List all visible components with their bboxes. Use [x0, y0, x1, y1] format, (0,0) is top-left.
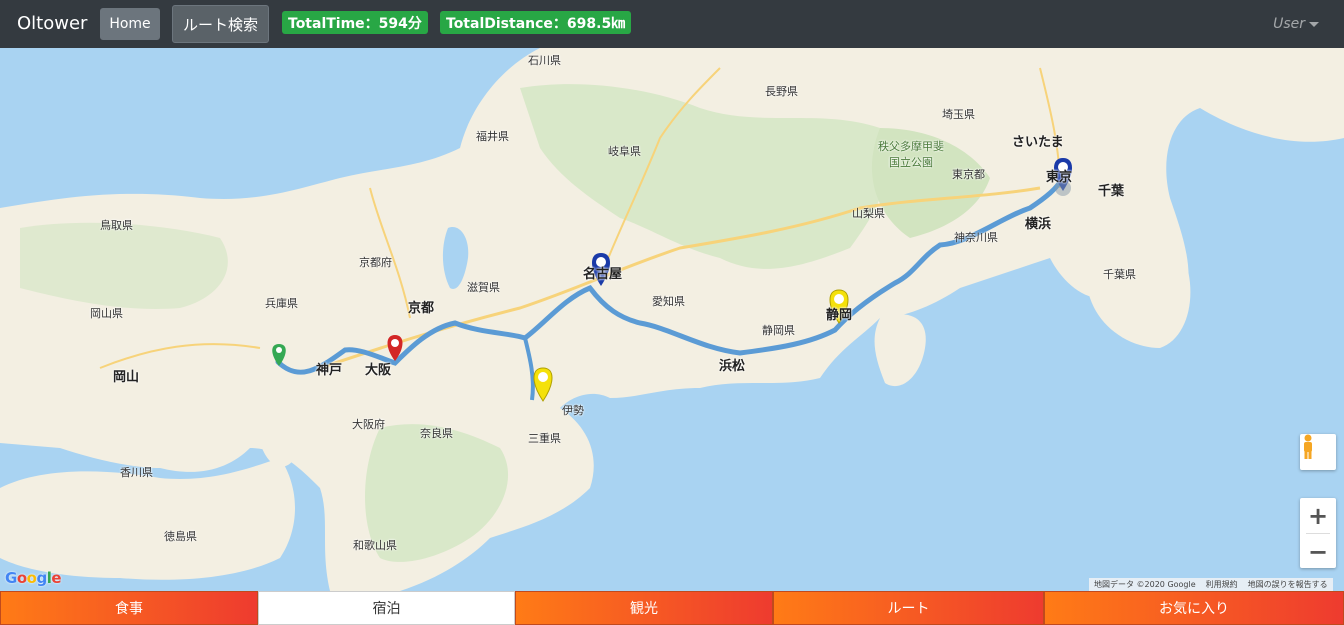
- map-label-okayama-pref: 岡山県: [90, 307, 123, 320]
- tab-sightseeing[interactable]: 観光: [515, 591, 773, 625]
- map-label-hyogo: 兵庫県: [265, 297, 298, 310]
- map-background: [0, 48, 1344, 591]
- map-label-kagawa: 香川県: [120, 466, 153, 479]
- zoom-control: + −: [1300, 498, 1336, 568]
- map-label-wakayama: 和歌山県: [353, 539, 397, 552]
- brand-logo[interactable]: Oltower: [17, 13, 87, 34]
- map-label-nagoya: 名古屋: [583, 267, 623, 282]
- map-label-saitama-pref: 埼玉県: [942, 108, 975, 121]
- zoom-in-button[interactable]: +: [1300, 498, 1336, 533]
- map-label-mie: 三重県: [528, 432, 561, 445]
- map-label-tokushima: 徳島県: [164, 530, 197, 543]
- map-label-tokyo: 東京: [1046, 170, 1073, 185]
- user-dropdown[interactable]: User: [1273, 16, 1319, 32]
- map-data-credit: 地図データ ©2020 Google: [1094, 580, 1196, 589]
- map-canvas[interactable]: 石川県 福井県 岐阜県 長野県 埼玉県 さいたま 東京 東京都 千葉 千葉県 横…: [0, 48, 1344, 591]
- map-label-tokyo-pref: 東京都: [952, 168, 985, 181]
- map-label-chichibu: 秩父多摩甲斐 国立公園: [878, 140, 944, 169]
- map-label-gifu: 岐阜県: [608, 145, 641, 158]
- map-label-osaka-pref: 大阪府: [352, 418, 385, 431]
- map-attribution: 地図データ ©2020 Google 利用規約 地図の誤りを報告する: [1089, 578, 1333, 591]
- map-label-osaka: 大阪: [365, 363, 392, 378]
- map-label-chiba: 千葉: [1098, 184, 1125, 199]
- total-distance-badge: TotalDistance：698.5㎞: [440, 11, 632, 34]
- google-logo: Google: [5, 569, 62, 587]
- map-label-nara: 奈良県: [420, 427, 453, 440]
- map-label-hamamatsu: 浜松: [719, 359, 746, 374]
- home-button[interactable]: Home: [100, 8, 160, 40]
- map-label-yokohama: 横浜: [1025, 217, 1052, 232]
- map-label-kanagawa: 神奈川県: [954, 231, 998, 244]
- terms-link[interactable]: 利用規約: [1206, 579, 1238, 590]
- tab-food[interactable]: 食事: [0, 591, 258, 625]
- map-label-kyoto: 京都: [408, 301, 435, 316]
- top-navbar: Oltower Home ルート検索 TotalTime：594分 TotalD…: [0, 0, 1344, 48]
- chevron-down-icon: [1309, 21, 1319, 27]
- map-label-shiga: 滋賀県: [467, 281, 500, 294]
- map-label-kyoto-pref: 京都府: [359, 256, 392, 269]
- map-label-okayama: 岡山: [113, 370, 140, 385]
- map-label-chiba-pref: 千葉県: [1103, 268, 1136, 281]
- map-label-ishikawa: 石川県: [528, 54, 561, 67]
- bottom-tab-bar: 食事 宿泊 観光 ルート お気に入り: [0, 591, 1344, 625]
- street-view-pegman-icon[interactable]: [1300, 434, 1336, 470]
- route-search-button[interactable]: ルート検索: [172, 5, 269, 43]
- map-label-saitama: さいたま: [1012, 135, 1064, 150]
- map-label-fukui: 福井県: [476, 130, 509, 143]
- tab-lodging[interactable]: 宿泊: [258, 591, 515, 625]
- map-label-shizuoka: 静岡: [826, 308, 853, 323]
- zoom-out-button[interactable]: −: [1300, 534, 1336, 569]
- map-label-yamanashi: 山梨県: [852, 207, 885, 220]
- report-error-link[interactable]: 地図の誤りを報告する: [1248, 579, 1328, 590]
- total-time-badge: TotalTime：594分: [282, 11, 428, 34]
- tab-favorites[interactable]: お気に入り: [1044, 591, 1344, 625]
- tab-route[interactable]: ルート: [773, 591, 1044, 625]
- map-label-nagano: 長野県: [765, 85, 798, 98]
- user-label: User: [1273, 16, 1305, 32]
- map-label-aichi: 愛知県: [652, 295, 685, 308]
- map-label-tottori: 鳥取県: [100, 219, 133, 232]
- map-label-shizuoka-pref: 静岡県: [762, 324, 795, 337]
- map-label-ise: 伊勢: [562, 404, 584, 417]
- map-label-kobe: 神戸: [316, 363, 343, 378]
